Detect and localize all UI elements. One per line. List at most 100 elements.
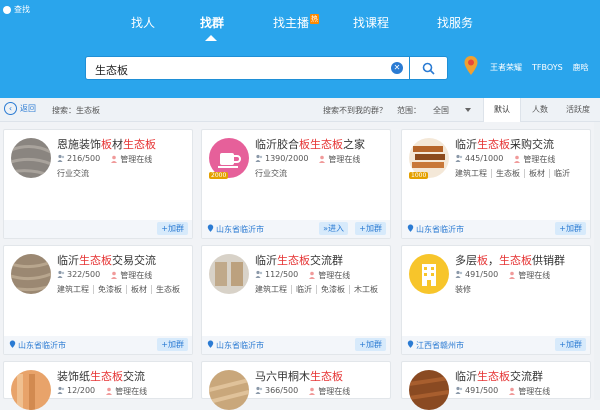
title-highlight: 板	[299, 138, 310, 151]
location-icon	[407, 224, 414, 232]
sort-members-tab[interactable]: 人数	[521, 98, 559, 122]
admin-status: 管理在线	[110, 270, 152, 281]
member-count-value: 1390/2000	[265, 154, 309, 163]
group-tag: 生态板	[151, 285, 184, 294]
group-card[interactable]: 临沂生态板交流群 112/500 管理在线 建筑工程 临沂 免漆板 木工板 山东省临沂市 +加群	[201, 245, 391, 355]
join-group-button[interactable]: +加群	[355, 338, 386, 351]
member-count: 445/1000	[455, 154, 503, 165]
search-button[interactable]	[410, 56, 448, 80]
group-card[interactable]: 多层板，生态板供销群 491/500 管理在线 装修 江西省赣州市 +加群	[401, 245, 591, 355]
group-location-value: 山东省临沂市	[18, 341, 66, 350]
title-highlight: 板	[101, 138, 112, 151]
title-highlight: 生态板	[477, 138, 510, 151]
search-input[interactable]: 生态板 ✕	[85, 56, 410, 80]
location-icon	[207, 340, 214, 348]
title-highlight: 板	[477, 254, 488, 267]
join-group-button[interactable]: +加群	[555, 338, 586, 351]
group-title[interactable]: 临沂生态板交流群	[455, 368, 543, 384]
group-tag: 木工板	[349, 285, 382, 294]
group-tag: 板材	[524, 169, 549, 178]
clear-icon[interactable]: ✕	[391, 62, 403, 74]
range-select[interactable]: 全国	[427, 102, 475, 116]
tab-find-anchor[interactable]: 找主播热	[273, 14, 320, 31]
admin-status: 管理在线	[105, 386, 147, 397]
member-count: 322/500	[57, 270, 100, 281]
title-part: 交流	[123, 370, 145, 383]
title-part: 临沂	[455, 370, 477, 383]
title-part: 临沂	[57, 254, 79, 267]
hot-word[interactable]: TFBOYS	[532, 63, 563, 72]
group-card[interactable]: 恩施装饰板材生态板 216/500 管理在线 行业交流 +加群	[3, 129, 193, 239]
group-title[interactable]: 多层板，生态板供销群	[455, 252, 565, 268]
group-card[interactable]: 装饰纸生态板交流 12/200 管理在线	[3, 361, 193, 410]
back-button[interactable]: ‹ 返回	[4, 102, 36, 115]
group-title[interactable]: 马六甲桐木生态板	[255, 368, 343, 384]
search-input-value: 生态板	[95, 64, 128, 77]
title-highlight: 生态板	[310, 370, 343, 383]
group-tags: 行业交流	[255, 168, 291, 179]
join-group-button[interactable]: +加群	[157, 338, 188, 351]
header-bar: 查找 找人 找群 找主播热 找课程 找服务 生态板 ✕ 王者荣耀 TFBOYS 鹿晗	[0, 0, 600, 98]
group-card[interactable]: 2000 临沂胶合板生态板之家 1390/2000 管理在线行业交流山东省临沂市 +加群…	[201, 129, 391, 239]
join-group-button[interactable]: +加群	[355, 222, 386, 235]
group-tag: 装修	[455, 285, 471, 294]
group-meta: 445/1000 管理在线	[455, 154, 555, 165]
group-avatar	[11, 254, 51, 294]
group-tag: 行业交流	[255, 169, 287, 178]
group-meta: 216/500 管理在线	[57, 154, 152, 165]
hot-word[interactable]: 王者荣耀	[490, 63, 522, 72]
group-title[interactable]: 临沂生态板采购交流	[455, 136, 554, 152]
group-avatar	[409, 254, 449, 294]
group-meta: 1390/2000 管理在线	[255, 154, 360, 165]
card-footer: +加群	[4, 220, 192, 238]
join-group-button[interactable]: +加群	[555, 222, 586, 235]
range-label: 范围：	[397, 106, 421, 115]
group-tag: 临沂	[291, 285, 316, 294]
group-location-value: 山东省临沂市	[216, 341, 264, 350]
members-icon	[455, 154, 463, 162]
hot-word[interactable]: 鹿晗	[573, 63, 589, 72]
admin-status: 管理在线	[508, 270, 550, 281]
admin-status: 管理在线	[508, 386, 550, 397]
admin-status-value: 管理在线	[328, 155, 361, 164]
group-tag: 生态板	[491, 169, 524, 178]
scrollbar[interactable]	[594, 122, 600, 400]
group-location-value: 山东省临沂市	[216, 225, 264, 234]
group-title[interactable]: 装饰纸生态板交流	[57, 368, 145, 384]
sort-activity-tab[interactable]: 活跃度	[559, 98, 597, 122]
group-card[interactable]: 1000 临沂生态板采购交流 445/1000 管理在线 建筑工程 生态板 板材 临沂 山东省临…	[401, 129, 591, 239]
title-part: 多层	[455, 254, 477, 267]
card-footer: 江西省赣州市 +加群	[402, 336, 590, 354]
hot-search-words: 王者荣耀 TFBOYS 鹿晗	[490, 62, 599, 73]
tab-find-course[interactable]: 找课程	[353, 14, 389, 31]
group-location: 山东省临沂市	[207, 340, 264, 351]
group-location-value: 江西省赣州市	[416, 341, 464, 350]
group-card[interactable]: 临沂生态板交流群 491/500 管理在线	[401, 361, 591, 410]
member-count-value: 445/1000	[465, 154, 504, 163]
admin-icon	[106, 387, 113, 395]
tab-find-people[interactable]: 找人	[131, 14, 155, 31]
tab-find-service[interactable]: 找服务	[437, 14, 473, 31]
sort-default-tab[interactable]: 默认	[483, 98, 521, 122]
main-nav: 找人 找群 找主播热 找课程 找服务	[0, 12, 600, 38]
join-group-button[interactable]: +加群	[157, 222, 188, 235]
location-pin-icon[interactable]	[463, 55, 479, 77]
group-title[interactable]: 恩施装饰板材生态板	[57, 136, 156, 152]
admin-icon	[111, 155, 118, 163]
not-found-link[interactable]: 搜索不到我的群？	[323, 105, 387, 116]
group-card[interactable]: 马六甲桐木生态板 366/500 管理在线	[201, 361, 391, 410]
admin-icon	[111, 271, 118, 279]
capacity-badge: 2000	[209, 172, 229, 179]
group-title[interactable]: 临沂生态板交易交流	[57, 252, 156, 268]
admin-status-value: 管理在线	[120, 271, 153, 280]
enter-group-button[interactable]: »进入	[319, 222, 348, 235]
tab-find-group[interactable]: 找群	[200, 14, 224, 31]
member-count-value: 112/500	[265, 270, 299, 279]
admin-icon	[319, 155, 326, 163]
group-card[interactable]: 临沂生态板交易交流 322/500 管理在线 建筑工程 免漆板 板材 生态板 山东省临沂市 +加…	[3, 245, 193, 355]
title-part: 交流群	[310, 254, 343, 267]
group-tag: 板材	[126, 285, 151, 294]
group-title[interactable]: 临沂胶合板生态板之家	[255, 136, 365, 152]
group-title[interactable]: 临沂生态板交流群	[255, 252, 343, 268]
admin-status: 管理在线	[308, 386, 350, 397]
